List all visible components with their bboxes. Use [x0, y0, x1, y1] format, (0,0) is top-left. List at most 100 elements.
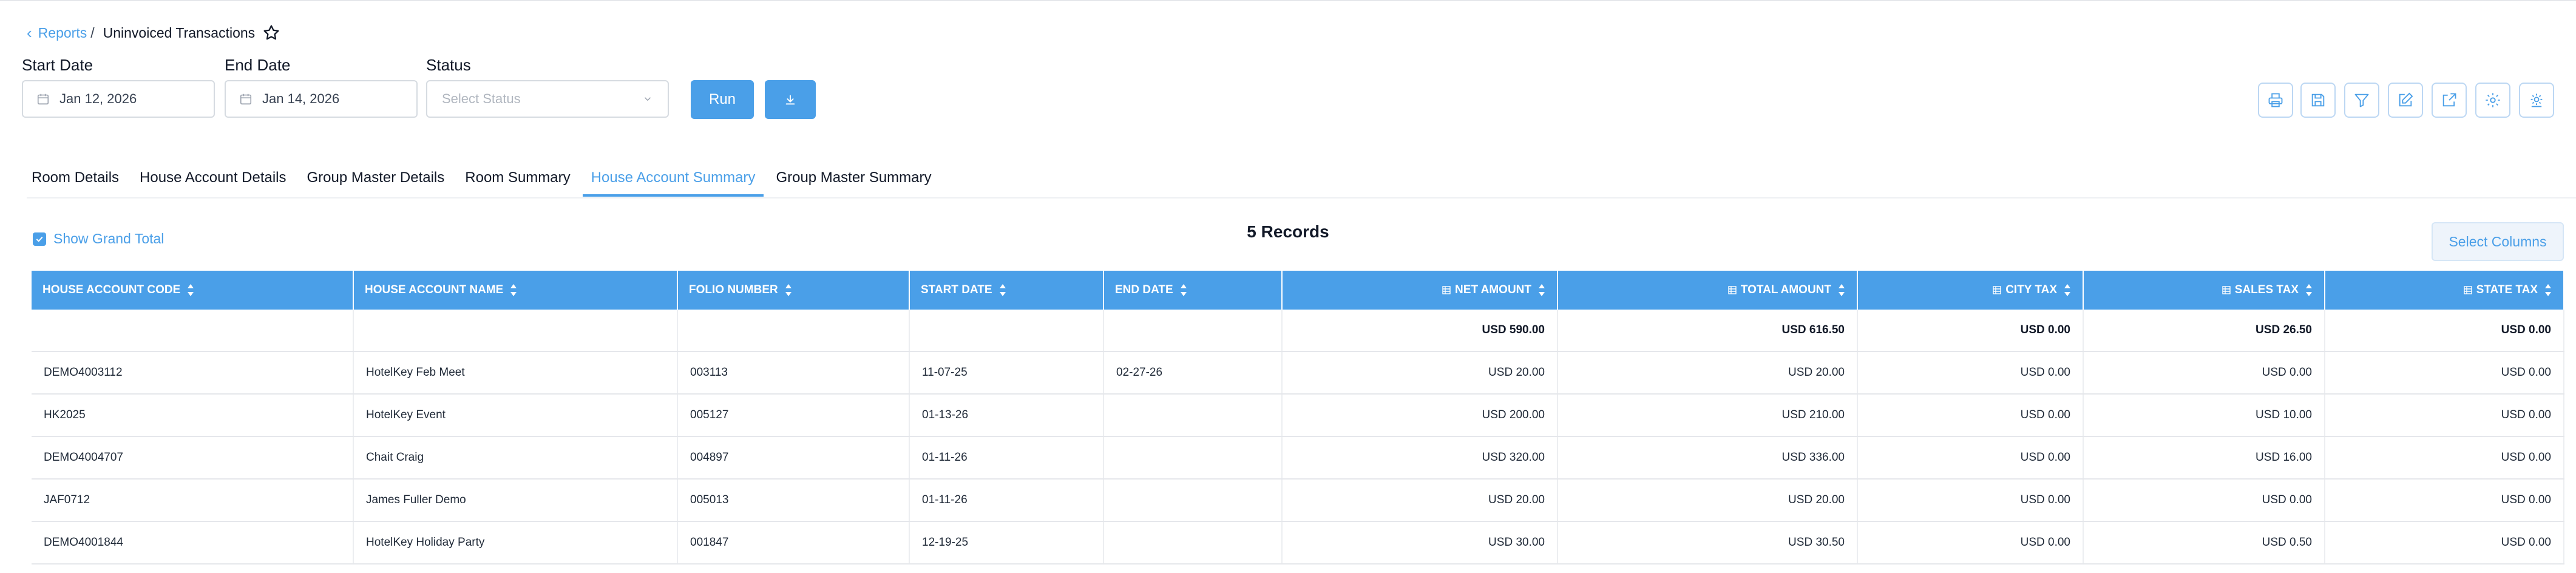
sort-icon[interactable]	[1179, 283, 1188, 297]
table-cell: USD 210.00	[1557, 394, 1858, 437]
table-cell: USD 0.00	[2325, 436, 2564, 480]
column-header[interactable]: END DATE	[1103, 271, 1283, 310]
filter-icon	[2354, 93, 2369, 107]
column-header[interactable]: FOLIO NUMBER	[677, 271, 910, 310]
sort-icon[interactable]	[2305, 283, 2313, 297]
table-cell	[1103, 436, 1283, 480]
calendar-icon	[240, 93, 252, 105]
export-icon	[2442, 93, 2456, 107]
table-cell: JAF0712	[32, 479, 354, 522]
table-cell: USD 616.50	[1557, 310, 1858, 352]
page-title: Uninvoiced Transactions	[103, 24, 256, 41]
table-cell: 001847	[677, 521, 910, 565]
column-menu-icon[interactable]	[2463, 285, 2473, 295]
start-date-value: Jan 12, 2026	[59, 91, 137, 106]
table-cell: 005127	[677, 394, 910, 437]
table-cell: HotelKey Holiday Party	[353, 521, 678, 565]
table-cell: USD 0.00	[2325, 394, 2564, 437]
table-cell: HK2025	[32, 394, 354, 437]
column-header[interactable]: START DATE	[909, 271, 1104, 310]
edit-button[interactable]	[2388, 83, 2423, 118]
table-cell: USD 0.00	[1857, 310, 2084, 352]
column-header[interactable]: HOUSE ACCOUNT NAME	[353, 271, 678, 310]
end-date-input[interactable]: Jan 14, 2026	[225, 80, 418, 118]
table-cell: James Fuller Demo	[353, 479, 678, 522]
table-cell: USD 26.50	[2083, 310, 2325, 352]
column-header[interactable]: SALES TAX	[2083, 271, 2325, 310]
filter-button[interactable]	[2344, 83, 2379, 118]
column-header[interactable]: CITY TAX	[1857, 271, 2084, 310]
print-button[interactable]	[2258, 83, 2293, 118]
table-cell: USD 10.00	[2083, 394, 2325, 437]
table-cell: HotelKey Event	[353, 394, 678, 437]
sort-icon[interactable]	[1837, 283, 1846, 297]
tab-group-master-summary[interactable]: Group Master Summary	[776, 163, 931, 197]
advanced-settings-button[interactable]	[2519, 83, 2554, 118]
tab-house-account-summary[interactable]: House Account Summary	[582, 163, 764, 197]
table-cell: USD 0.00	[1857, 479, 2084, 522]
table-cell: 01-11-26	[909, 479, 1104, 522]
table-header-row: HOUSE ACCOUNT CODE HOUSE ACCOUNT NAME FO…	[32, 271, 2564, 310]
sort-icon[interactable]	[186, 283, 195, 297]
records-count: 5 Records	[1247, 222, 1329, 241]
top-border	[0, 0, 2576, 1]
table-cell: USD 0.00	[2325, 310, 2564, 352]
download-button[interactable]	[765, 80, 816, 119]
breadcrumb-separator: /	[90, 24, 95, 41]
column-header[interactable]: STATE TAX	[2325, 271, 2564, 310]
table-row[interactable]: DEMO4003112 HotelKey Feb Meet 003113 11-…	[32, 351, 2564, 395]
sort-icon[interactable]	[998, 283, 1007, 297]
table-cell	[1103, 310, 1283, 352]
sort-icon[interactable]	[509, 283, 518, 297]
settings-button[interactable]	[2475, 83, 2510, 118]
table-cell: USD 0.00	[1857, 394, 2084, 437]
column-header[interactable]: TOTAL AMOUNT	[1557, 271, 1858, 310]
sort-icon[interactable]	[1537, 283, 1546, 297]
select-columns-button[interactable]: Select Columns	[2432, 222, 2564, 261]
print-icon	[2268, 93, 2283, 107]
table-row[interactable]: HK2025 HotelKey Event 005127 01-13-26 US…	[32, 394, 2564, 437]
save-button[interactable]	[2300, 83, 2336, 118]
breadcrumb-reports-link[interactable]: Reports	[38, 25, 87, 41]
run-button[interactable]: Run	[691, 80, 754, 119]
table-cell: USD 16.00	[2083, 436, 2325, 480]
column-menu-icon[interactable]	[1442, 285, 1451, 295]
table-cell: USD 0.00	[2083, 479, 2325, 522]
advanced-settings-icon	[2530, 93, 2543, 107]
table-row[interactable]: JAF0712 James Fuller Demo 005013 01-11-2…	[32, 479, 2564, 522]
status-select[interactable]: Select Status	[426, 80, 669, 118]
table-cell: 02-27-26	[1103, 351, 1283, 395]
table-cell: USD 0.00	[2083, 351, 2325, 395]
table-cell: USD 0.00	[2325, 479, 2564, 522]
sort-icon[interactable]	[2063, 283, 2072, 297]
sort-icon[interactable]	[784, 283, 793, 297]
tab-group-master-details[interactable]: Group Master Details	[307, 163, 445, 197]
table-cell: Chait Craig	[353, 436, 678, 480]
column-menu-icon[interactable]	[1727, 285, 1737, 295]
table-row[interactable]: DEMO4001844 HotelKey Holiday Party 00184…	[32, 521, 2564, 565]
table-cell	[677, 310, 910, 352]
sort-icon[interactable]	[2544, 283, 2552, 297]
column-menu-icon[interactable]	[2222, 285, 2231, 295]
table-row[interactable]: DEMO4004707 Chait Craig 004897 01-11-26 …	[32, 436, 2564, 480]
table-cell: USD 20.00	[1557, 351, 1858, 395]
report-table: HOUSE ACCOUNT CODE HOUSE ACCOUNT NAME FO…	[32, 271, 2564, 565]
table-cell: 12-19-25	[909, 521, 1104, 565]
table-cell: 11-07-25	[909, 351, 1104, 395]
table-cell	[1103, 394, 1283, 437]
column-header[interactable]: NET AMOUNT	[1282, 271, 1558, 310]
download-icon	[785, 95, 795, 105]
column-menu-icon[interactable]	[1992, 285, 2002, 295]
status-label: Status	[426, 56, 471, 74]
tab-room-summary[interactable]: Room Summary	[465, 163, 570, 197]
tab-room-details[interactable]: Room Details	[32, 163, 119, 197]
table-cell: USD 20.00	[1557, 479, 1858, 522]
chevron-left-icon[interactable]: ‹	[27, 24, 32, 42]
table-cell: USD 30.00	[1282, 521, 1558, 565]
star-icon[interactable]	[262, 24, 280, 42]
column-header[interactable]: HOUSE ACCOUNT CODE	[32, 271, 354, 310]
table-cell: 003113	[677, 351, 910, 395]
export-button[interactable]	[2432, 83, 2467, 118]
start-date-input[interactable]: Jan 12, 2026	[22, 80, 215, 118]
tab-house-account-details[interactable]: House Account Details	[140, 163, 286, 197]
